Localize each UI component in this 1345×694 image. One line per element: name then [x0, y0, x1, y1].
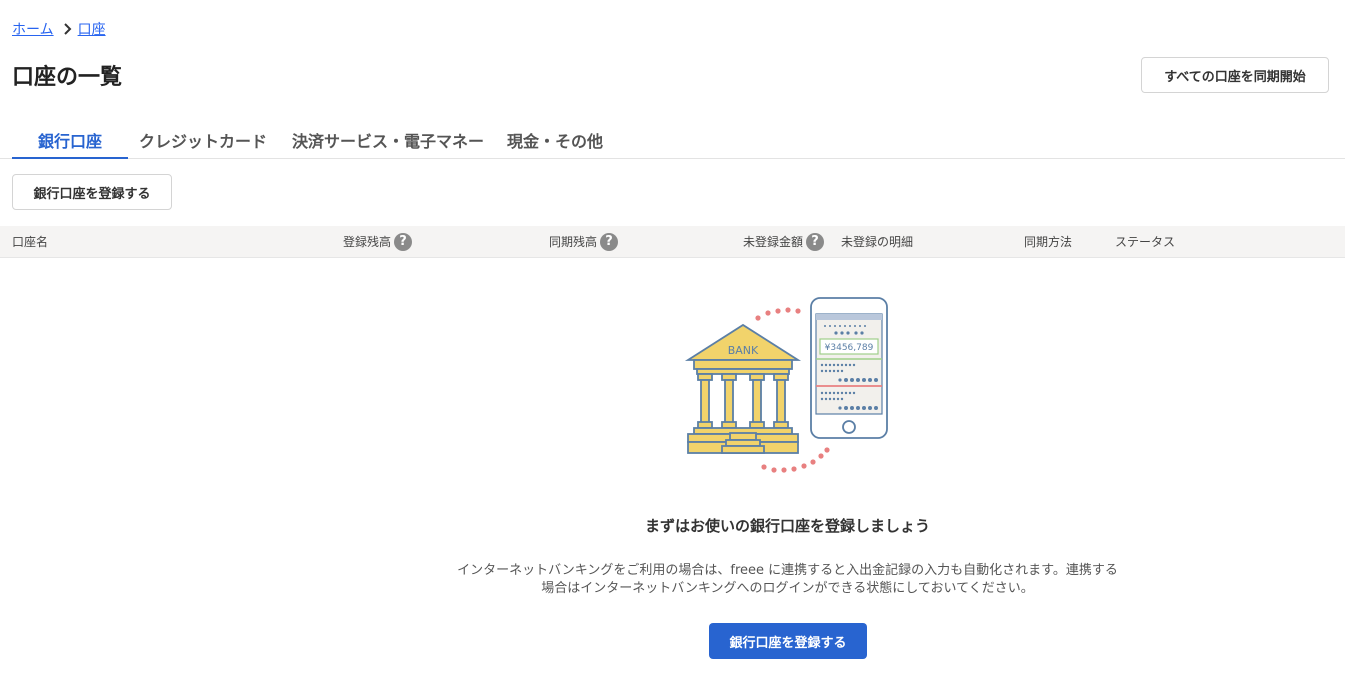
tab-bank-accounts[interactable]: 銀行口座 [12, 128, 128, 159]
column-status[interactable]: ステータス [1115, 226, 1175, 257]
column-unregistered-details[interactable]: 未登録の明細 [841, 226, 913, 257]
column-registered-balance[interactable]: 登録残高? [343, 226, 413, 257]
breadcrumb: ホーム 口座 [12, 19, 106, 39]
page-title: 口座の一覧 [12, 65, 123, 90]
tab-cash-other[interactable]: 現金・その他 [507, 128, 603, 157]
bank-sync-illustration: BANK ¥3456,789 [684, 297, 888, 473]
sync-all-button[interactable]: すべての口座を同期開始 [1141, 57, 1329, 93]
table-header: 口座名 登録残高? 同期残高? 未登録金額? 未登録の明細 同期方法 ステータス [0, 226, 1345, 258]
column-sync-method[interactable]: 同期方法 [1024, 226, 1072, 257]
empty-state-title: まずはお使いの銀行口座を登録しましょう [644, 517, 930, 535]
smartphone-icon: ¥3456,789 [810, 297, 888, 439]
help-icon[interactable]: ? [806, 232, 825, 251]
phone-amount: ¥3456,789 [825, 343, 874, 353]
column-unregistered-amount[interactable]: 未登録金額? [743, 226, 825, 257]
register-bank-account-button[interactable]: 銀行口座を登録する [12, 174, 172, 210]
tab-payment-services[interactable]: 決済サービス・電子マネー [292, 128, 484, 157]
help-icon[interactable]: ? [394, 232, 413, 251]
breadcrumb-home-link[interactable]: ホーム [12, 19, 54, 39]
column-synced-balance[interactable]: 同期残高? [549, 226, 619, 257]
chevron-right-icon [63, 23, 72, 35]
account-type-tabs: 銀行口座 クレジットカード 決済サービス・電子マネー 現金・その他 [0, 122, 1345, 159]
empty-state-description: インターネットバンキングをご利用の場合は、freee に連携すると入出金記録の入… [457, 563, 1118, 596]
bank-label: BANK [728, 344, 759, 357]
dotted-arc-top [755, 307, 801, 321]
register-bank-account-primary-button[interactable]: 銀行口座を登録する [709, 623, 867, 659]
column-account-name[interactable]: 口座名 [12, 226, 48, 257]
tab-credit-cards[interactable]: クレジットカード [139, 128, 267, 157]
breadcrumb-current-link[interactable]: 口座 [78, 19, 106, 39]
help-icon[interactable]: ? [600, 232, 619, 251]
